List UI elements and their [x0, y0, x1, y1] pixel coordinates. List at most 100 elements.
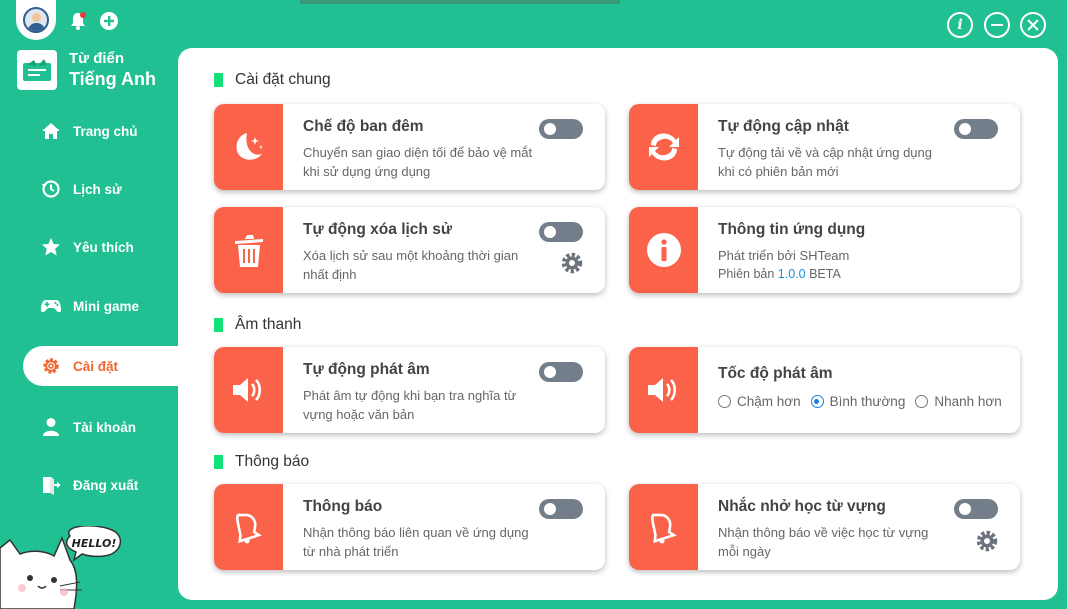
speaker-icon [214, 347, 283, 433]
card-description: Phát âm tự động khi bạn tra nghĩa từ vựn… [303, 388, 517, 422]
card-title: Thông tin ứng dụng [718, 221, 866, 238]
sidebar-item-settings[interactable]: Cài đặt [23, 346, 178, 386]
sidebar-item-label: Đăng xuất [73, 477, 139, 493]
background-image-strip [300, 0, 620, 4]
speed-option-normal[interactable]: Bình thường [810, 394, 906, 409]
section-marker [214, 455, 223, 469]
star-icon [40, 236, 62, 258]
history-icon [40, 178, 62, 200]
minimize-icon [991, 24, 1003, 26]
card-description: Tự động tải về và cập nhật ứng dụng khi … [718, 145, 932, 179]
settings-panel: Cài đặt chung Chế độ ban đêm Chuyển san … [178, 48, 1058, 600]
card-title: Thông báo [303, 498, 383, 515]
card-night-mode: Chế độ ban đêm Chuyển san giao diện tối … [214, 104, 605, 190]
sidebar-item-home[interactable]: Trang chủ [23, 111, 178, 151]
card-description: Phát triển bởi SHTeam Phiên bản 1.0.0 BE… [718, 246, 948, 284]
card-vocab-reminder: Nhắc nhở học từ vựng Nhận thông báo về v… [629, 484, 1020, 570]
card-description: Chuyển san giao diện tối để bảo vệ mắt k… [303, 145, 533, 179]
card-description: Xóa lịch sử sau một khoảng thời gian nhấ… [303, 248, 519, 282]
card-auto-update: Tự động cập nhật Tự động tải về và cập n… [629, 104, 1020, 190]
gear-icon [40, 355, 62, 377]
sidebar-item-label: Mini game [73, 298, 140, 314]
auto-update-toggle[interactable] [954, 119, 998, 139]
speaker-icon [629, 347, 698, 433]
card-title: Tự động xóa lịch sử [303, 221, 453, 238]
developer-text: Phát triển bởi SHTeam [718, 248, 850, 263]
sidebar-item-label: Trang chủ [73, 123, 138, 139]
auto-clear-toggle[interactable] [539, 222, 583, 242]
section-title: Cài đặt chung [235, 71, 331, 88]
sidebar-item-label: Yêu thích [73, 239, 134, 255]
sync-icon [629, 104, 698, 190]
sidebar-item-minigame[interactable]: Mini game [23, 286, 178, 326]
card-description: Nhận thông báo liên quan về ứng dụng từ … [303, 525, 529, 559]
app-title: Từ điển Tiếng Anh [69, 50, 156, 91]
notification-bell-icon[interactable] [67, 10, 89, 32]
notifications-toggle[interactable] [539, 499, 583, 519]
card-title: Tự động phát âm [303, 361, 430, 378]
radio-button-selected[interactable] [810, 395, 824, 408]
gamepad-icon [40, 295, 62, 317]
version-line: Phiên bản 1.0.0 BETA [718, 265, 948, 284]
sidebar-item-history[interactable]: Lịch sử [23, 169, 178, 209]
user-icon [40, 416, 62, 438]
version-tag: BETA [809, 267, 841, 281]
vocab-reminder-toggle[interactable] [954, 499, 998, 519]
radio-label: Bình thường [829, 394, 906, 409]
info-icon: i [957, 17, 963, 33]
section-title: Thông báo [235, 453, 310, 470]
app-title-line2: Tiếng Anh [69, 69, 156, 89]
sidebar-item-favorites[interactable]: Yêu thích [23, 227, 178, 267]
card-title: Tự động cập nhật [718, 118, 849, 135]
info-button[interactable]: i [947, 12, 973, 38]
card-title: Nhắc nhở học từ vựng [718, 498, 886, 515]
section-notifications: Thông báo [214, 453, 309, 471]
bell-icon [214, 484, 283, 570]
speed-option-fast[interactable]: Nhanh hơn [915, 394, 1002, 409]
avatar-button[interactable] [16, 0, 56, 40]
app-logo [17, 50, 57, 90]
section-general: Cài đặt chung [214, 71, 331, 89]
card-pronounce-speed: Tốc độ phát âm Chậm hơn Bình thường Nhan… [629, 347, 1020, 433]
info-icon [629, 207, 698, 293]
radio-button[interactable] [718, 395, 731, 408]
home-icon [40, 120, 62, 142]
close-button[interactable] [1020, 12, 1046, 38]
version-label: Phiên bản [718, 267, 775, 281]
card-app-info: Thông tin ứng dụng Phát triển bởi SHTeam… [629, 207, 1020, 293]
avatar [23, 7, 49, 33]
auto-pronounce-toggle[interactable] [539, 362, 583, 382]
section-marker [214, 318, 223, 332]
add-icon[interactable] [98, 10, 120, 32]
sidebar-item-label: Lịch sử [73, 181, 122, 197]
radio-label: Chậm hơn [737, 394, 801, 409]
mascot-bubble-text: HELLO! [72, 537, 117, 550]
close-icon [1027, 19, 1039, 31]
section-marker [214, 73, 223, 87]
card-title: Chế độ ban đêm [303, 118, 424, 135]
sidebar-item-label: Cài đặt [73, 358, 119, 374]
section-sound: Âm thanh [214, 316, 301, 334]
section-title: Âm thanh [235, 316, 302, 333]
radio-button[interactable] [915, 395, 929, 408]
sidebar-item-account[interactable]: Tài khoản [23, 407, 178, 447]
radio-label: Nhanh hơn [934, 394, 1002, 409]
sidebar-item-logout[interactable]: Đăng xuất [23, 465, 178, 505]
app-title-line1: Từ điển [69, 50, 125, 67]
bell-icon [629, 484, 698, 570]
speed-radio-group: Chậm hơn Bình thường Nhanh hơn [718, 394, 1012, 409]
card-notifications: Thông báo Nhận thông báo liên quan về ứn… [214, 484, 605, 570]
card-title: Tốc độ phát âm [718, 365, 833, 382]
version-number: 1.0.0 [777, 267, 806, 281]
cat-mascot-image: HELLO! [0, 526, 122, 609]
gear-icon[interactable] [560, 251, 584, 275]
night-mode-toggle[interactable] [539, 119, 583, 139]
trash-icon [214, 207, 283, 293]
card-auto-pronounce: Tự động phát âm Phát âm tự động khi bạn … [214, 347, 605, 433]
gear-icon[interactable] [975, 529, 999, 553]
card-description: Nhận thông báo về việc học từ vựng mỗi n… [718, 525, 929, 559]
moon-icon [214, 104, 283, 190]
minimize-button[interactable] [984, 12, 1010, 38]
speed-option-slow[interactable]: Chậm hơn [718, 394, 801, 409]
logout-icon [40, 474, 62, 496]
